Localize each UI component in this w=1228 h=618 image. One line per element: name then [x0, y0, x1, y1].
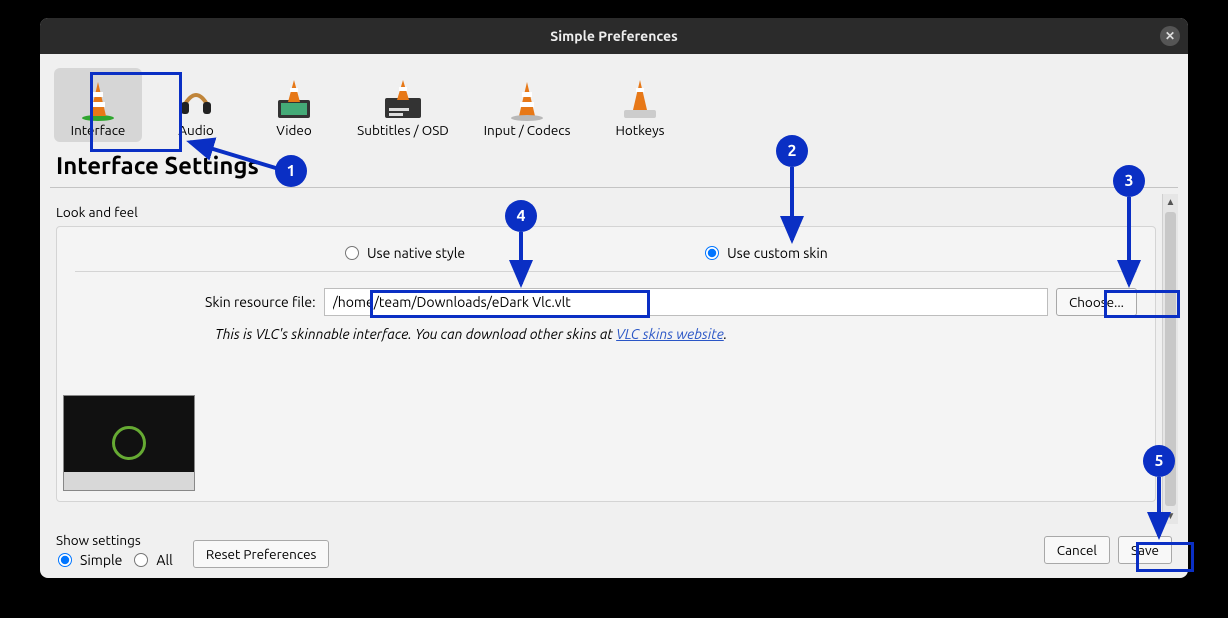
- annotation-marker-3: 3: [1113, 165, 1145, 197]
- annotation-marker-4: 4: [505, 200, 537, 232]
- annotation-marker-2: 2: [776, 135, 808, 167]
- annotation-arrow-1: [0, 0, 1228, 618]
- annotation-marker-5: 5: [1143, 445, 1175, 477]
- annotation-marker-1: 1: [275, 155, 307, 187]
